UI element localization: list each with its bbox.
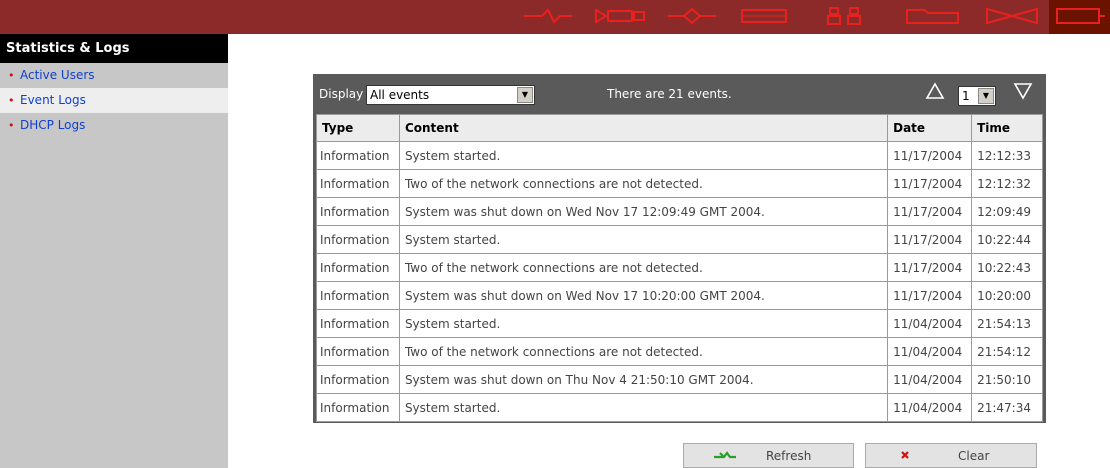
sidebar: Statistics & Logs • Active Users • Event… [0, 34, 228, 468]
page-select-value: 1 [962, 89, 970, 103]
cell-content: System started. [398, 141, 889, 170]
cell-date: 11/17/2004 [887, 169, 973, 198]
table-row: Information System was shut down on Wed … [316, 281, 1043, 310]
column-header-date: Date [887, 114, 973, 142]
cell-content: Two of the network connections are not d… [398, 169, 889, 198]
chevron-down-icon[interactable]: ▼ [978, 88, 994, 104]
top-navigation-bar [0, 0, 1110, 34]
sidebar-item-label: DHCP Logs [20, 118, 86, 132]
cell-content: System started. [398, 309, 889, 338]
cell-content: System was shut down on Wed Nov 17 12:09… [398, 197, 889, 226]
table-row: Information Two of the network connectio… [316, 169, 1043, 198]
monitor-icon[interactable] [1049, 0, 1110, 34]
cell-content: Two of the network connections are not d… [398, 337, 889, 366]
clear-button-label: Clear [958, 449, 990, 463]
cell-time: 10:22:44 [971, 225, 1043, 254]
display-label: Display [319, 87, 364, 101]
cell-time: 12:09:49 [971, 197, 1043, 226]
cell-time: 21:54:13 [971, 309, 1043, 338]
cell-content: System was shut down on Thu Nov 4 21:50:… [398, 365, 889, 394]
cell-type: Information [316, 365, 400, 394]
cell-time: 10:20:00 [971, 281, 1043, 310]
event-log-table: Type Content Date Time Information Syste… [316, 114, 1043, 422]
table-row: Information System started. 11/04/2004 2… [316, 309, 1043, 338]
chevron-down-icon[interactable]: ▼ [517, 87, 533, 103]
cell-date: 11/04/2004 [887, 393, 973, 422]
sidebar-item-dhcp-logs[interactable]: • DHCP Logs [0, 113, 228, 138]
cell-type: Information [316, 225, 400, 254]
cell-time: 21:54:12 [971, 337, 1043, 366]
next-page-icon[interactable] [1013, 82, 1033, 104]
sidebar-item-active-users[interactable]: • Active Users [0, 63, 228, 88]
event-log-panel: Display All events ▼ There are 21 events… [313, 74, 1046, 423]
bowtie-connector-icon[interactable] [984, 5, 1040, 27]
table-header-row: Type Content Date Time [316, 114, 1043, 142]
cell-type: Information [316, 197, 400, 226]
clear-button[interactable]: Clear [865, 443, 1037, 468]
refresh-button-label: Refresh [766, 449, 812, 463]
close-icon [900, 449, 910, 464]
bullet-icon: • [8, 119, 15, 132]
bullet-icon: • [8, 94, 15, 107]
cell-date: 11/17/2004 [887, 197, 973, 226]
cell-date: 11/17/2004 [887, 225, 973, 254]
cell-content: System started. [398, 393, 889, 422]
rectangle-bar-icon[interactable] [738, 5, 790, 27]
sidebar-item-event-logs[interactable]: • Event Logs [0, 88, 228, 113]
event-count-text: There are 21 events. [607, 87, 732, 101]
cell-date: 11/04/2004 [887, 309, 973, 338]
column-header-type: Type [316, 114, 400, 142]
cell-time: 21:50:10 [971, 365, 1043, 394]
link-diamond-icon[interactable] [666, 5, 718, 27]
table-row: Information System was shut down on Thu … [316, 365, 1043, 394]
sidebar-title: Statistics & Logs [0, 34, 228, 63]
cell-type: Information [316, 281, 400, 310]
network-plug-icon[interactable] [522, 5, 574, 27]
cell-type: Information [316, 309, 400, 338]
table-row: Information Two of the network connectio… [316, 253, 1043, 282]
log-toolbar: Display All events ▼ There are 21 events… [313, 74, 1046, 114]
cell-type: Information [316, 141, 400, 170]
table-row: Information System started. 11/04/2004 2… [316, 393, 1043, 422]
refresh-arrows-icon [712, 448, 738, 465]
users-icon[interactable] [820, 5, 872, 27]
cell-type: Information [316, 337, 400, 366]
table-row: Information Two of the network connectio… [316, 337, 1043, 366]
cell-time: 21:47:34 [971, 393, 1043, 422]
refresh-button[interactable]: Refresh [683, 443, 854, 468]
cell-date: 11/04/2004 [887, 365, 973, 394]
sidebar-item-label: Active Users [20, 68, 95, 82]
table-row: Information System was shut down on Wed … [316, 197, 1043, 226]
cell-time: 12:12:32 [971, 169, 1043, 198]
cell-content: System was shut down on Wed Nov 17 10:20… [398, 281, 889, 310]
table-row: Information System started. 11/17/2004 1… [316, 141, 1043, 170]
pipe-icon[interactable] [594, 5, 646, 27]
cell-date: 11/17/2004 [887, 253, 973, 282]
column-header-content: Content [398, 114, 889, 142]
display-filter-select[interactable]: All events ▼ [366, 85, 535, 105]
folder-icon[interactable] [904, 5, 962, 27]
page-select[interactable]: 1 ▼ [958, 86, 996, 106]
cell-date: 11/17/2004 [887, 141, 973, 170]
cell-date: 11/04/2004 [887, 337, 973, 366]
previous-page-icon[interactable] [925, 82, 945, 104]
column-header-time: Time [971, 114, 1043, 142]
cell-type: Information [316, 253, 400, 282]
display-filter-value: All events [370, 88, 430, 102]
cell-type: Information [316, 169, 400, 198]
cell-time: 10:22:43 [971, 253, 1043, 282]
bullet-icon: • [8, 69, 15, 82]
cell-type: Information [316, 393, 400, 422]
cell-content: System started. [398, 225, 889, 254]
cell-date: 11/17/2004 [887, 281, 973, 310]
cell-content: Two of the network connections are not d… [398, 253, 889, 282]
sidebar-item-label: Event Logs [20, 93, 86, 107]
table-row: Information System started. 11/17/2004 1… [316, 225, 1043, 254]
cell-time: 12:12:33 [971, 141, 1043, 170]
